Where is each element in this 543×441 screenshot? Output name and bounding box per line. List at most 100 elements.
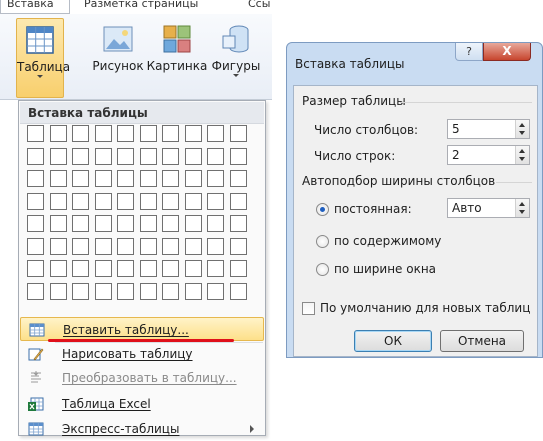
close-button[interactable]: X <box>483 43 531 61</box>
grid-cell[interactable] <box>49 170 67 187</box>
grid-cell[interactable] <box>229 237 247 255</box>
grid-cell[interactable] <box>207 282 224 300</box>
grid-cell[interactable] <box>229 125 247 142</box>
grid-cell[interactable] <box>49 125 67 142</box>
grid-cell[interactable] <box>72 192 89 210</box>
grid-cell[interactable] <box>117 260 134 277</box>
grid-cell[interactable] <box>139 192 157 210</box>
grid-cell[interactable] <box>139 147 157 165</box>
grid-cell[interactable] <box>94 170 112 187</box>
grid-cell[interactable] <box>162 282 179 300</box>
grid-cell[interactable] <box>49 237 67 255</box>
tab-insert[interactable]: Вставка <box>0 0 70 14</box>
grid-cell[interactable] <box>27 147 44 165</box>
grid-cell[interactable] <box>72 170 89 187</box>
grid-cell[interactable] <box>94 237 112 255</box>
grid-cell[interactable] <box>94 125 112 142</box>
draw-table-menu-item[interactable]: Нарисовать таблицу <box>20 342 264 366</box>
fixed-width-radio[interactable] <box>316 203 329 216</box>
grid-cell[interactable] <box>162 192 179 210</box>
grid-cell[interactable] <box>72 260 89 277</box>
tab-references[interactable]: Ссы <box>242 0 272 14</box>
grid-cell[interactable] <box>94 215 112 232</box>
spinner-arrows-icon[interactable] <box>515 120 529 138</box>
spinner-arrows-icon[interactable] <box>515 146 529 164</box>
grid-cell[interactable] <box>72 147 89 165</box>
grid-cell[interactable] <box>27 260 44 277</box>
grid-cell[interactable] <box>139 215 157 232</box>
cancel-button[interactable]: Отмена <box>440 330 524 352</box>
grid-cell[interactable] <box>49 147 67 165</box>
rows-spinner[interactable]: 2 <box>447 145 530 165</box>
grid-cell[interactable] <box>72 125 89 142</box>
grid-cell[interactable] <box>184 147 202 165</box>
grid-cell[interactable] <box>117 192 134 210</box>
grid-cell[interactable] <box>229 147 247 165</box>
grid-cell[interactable] <box>27 215 44 232</box>
grid-cell[interactable] <box>207 237 224 255</box>
grid-cell[interactable] <box>184 192 202 210</box>
fixed-width-spinner[interactable]: Авто <box>447 198 530 218</box>
grid-cell[interactable] <box>162 215 179 232</box>
excel-table-menu-item[interactable]: Таблица Excel <box>20 392 264 416</box>
grid-cell[interactable] <box>72 282 89 300</box>
grid-cell[interactable] <box>207 147 224 165</box>
quick-tables-menu-item[interactable]: Экспресс-таблицы <box>20 417 264 441</box>
grid-cell[interactable] <box>184 237 202 255</box>
grid-cell[interactable] <box>49 215 67 232</box>
table-button[interactable]: Таблица <box>16 18 70 98</box>
grid-cell[interactable] <box>207 170 224 187</box>
grid-cell[interactable] <box>94 260 112 277</box>
grid-cell[interactable] <box>27 170 44 187</box>
grid-cell[interactable] <box>117 147 134 165</box>
grid-cell[interactable] <box>139 237 157 255</box>
grid-cell[interactable] <box>162 170 179 187</box>
grid-cell[interactable] <box>184 125 202 142</box>
grid-cell[interactable] <box>27 237 44 255</box>
grid-cell[interactable] <box>229 282 247 300</box>
convert-to-table-menu-item[interactable]: Преобразовать в таблицу... <box>20 366 264 390</box>
shapes-button[interactable]: Фигуры <box>208 18 264 98</box>
grid-cell[interactable] <box>139 170 157 187</box>
grid-cell[interactable] <box>162 260 179 277</box>
grid-cell[interactable] <box>117 215 134 232</box>
clipart-button[interactable]: Картинка <box>146 18 208 98</box>
autofit-window-radio[interactable] <box>316 263 329 276</box>
table-grid-picker[interactable] <box>27 125 251 307</box>
columns-spinner[interactable]: 5 <box>447 119 530 139</box>
grid-cell[interactable] <box>162 237 179 255</box>
grid-cell[interactable] <box>184 215 202 232</box>
grid-cell[interactable] <box>72 215 89 232</box>
grid-cell[interactable] <box>49 260 67 277</box>
grid-cell[interactable] <box>207 215 224 232</box>
grid-cell[interactable] <box>229 215 247 232</box>
tab-page-layout[interactable]: Разметка страницы <box>78 0 204 14</box>
grid-cell[interactable] <box>117 282 134 300</box>
help-button[interactable]: ? <box>455 43 483 61</box>
grid-cell[interactable] <box>27 192 44 210</box>
grid-cell[interactable] <box>207 125 224 142</box>
grid-cell[interactable] <box>162 147 179 165</box>
grid-cell[interactable] <box>184 282 202 300</box>
grid-cell[interactable] <box>27 282 44 300</box>
grid-cell[interactable] <box>94 192 112 210</box>
grid-cell[interactable] <box>94 147 112 165</box>
default-for-new-checkbox[interactable] <box>302 302 315 315</box>
grid-cell[interactable] <box>229 192 247 210</box>
grid-cell[interactable] <box>139 125 157 142</box>
grid-cell[interactable] <box>49 192 67 210</box>
grid-cell[interactable] <box>229 260 247 277</box>
autofit-content-radio[interactable] <box>316 235 329 248</box>
grid-cell[interactable] <box>117 237 134 255</box>
grid-cell[interactable] <box>229 170 247 187</box>
grid-cell[interactable] <box>162 125 179 142</box>
ok-button[interactable]: ОК <box>354 330 432 352</box>
grid-cell[interactable] <box>94 282 112 300</box>
grid-cell[interactable] <box>207 260 224 277</box>
grid-cell[interactable] <box>139 282 157 300</box>
grid-cell[interactable] <box>72 237 89 255</box>
grid-cell[interactable] <box>117 170 134 187</box>
grid-cell[interactable] <box>139 260 157 277</box>
grid-cell[interactable] <box>184 260 202 277</box>
grid-cell[interactable] <box>117 125 134 142</box>
